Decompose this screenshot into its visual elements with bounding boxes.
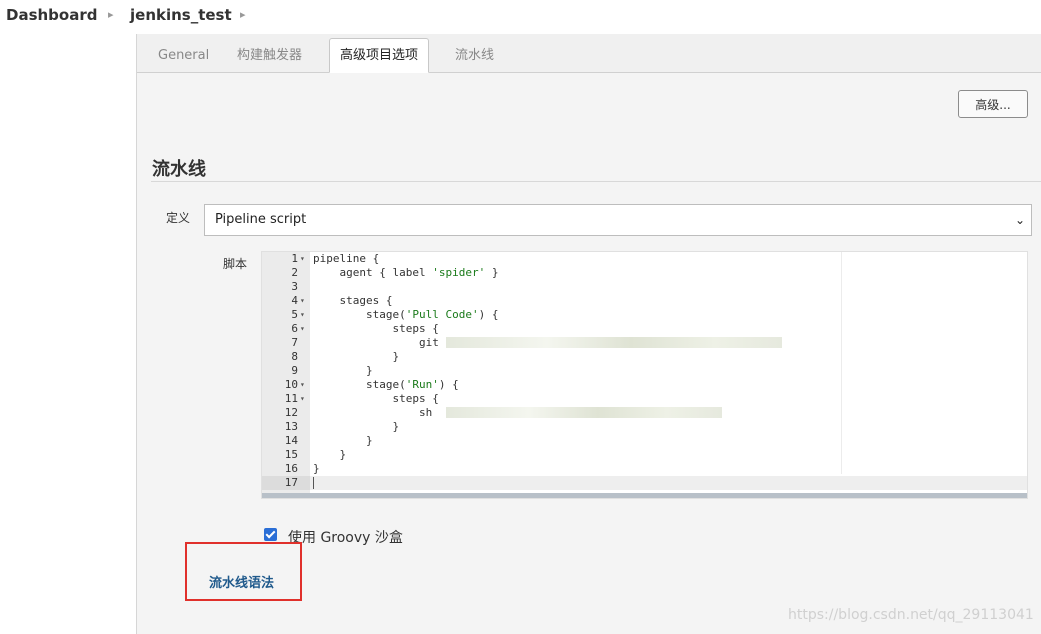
groovy-sandbox-label: 使用 Groovy 沙盒	[288, 530, 403, 546]
definition-select[interactable]: Pipeline script ⌄	[204, 204, 1032, 236]
code-line: 3	[291, 280, 298, 293]
breadcrumb-dashboard[interactable]: Dashboard	[6, 6, 97, 24]
fold-arrow-icon[interactable]: ▾	[300, 392, 305, 406]
tab-advanced-project-options[interactable]: 高级项目选项	[329, 38, 430, 73]
section-title-pipeline: 流水线	[152, 159, 206, 180]
fold-arrow-icon[interactable]: ▾	[300, 308, 305, 322]
tab-pipeline[interactable]: 流水线	[445, 41, 504, 72]
code-line: 15 }	[284, 448, 347, 461]
config-form: 高级... 流水线 定义 Pipeline script ⌄ 脚本 1 ▾ pipe…	[137, 73, 1041, 634]
groovy-sandbox-checkbox[interactable]	[264, 528, 277, 541]
script-label: 脚本	[223, 257, 248, 271]
breadcrumb-jenkins-test[interactable]: jenkins_test	[130, 6, 232, 24]
advanced-button[interactable]: 高级...	[958, 90, 1028, 118]
section-divider	[151, 181, 1041, 182]
editor-horizontal-scrollbar[interactable]	[262, 493, 1027, 498]
redacted-git-url	[446, 337, 782, 348]
code-line: 4 ▾ stages {	[291, 294, 393, 308]
code-line: 1 ▾ pipeline {	[291, 252, 380, 266]
code-line: 13 }	[284, 420, 400, 433]
watermark: https://blog.csdn.net/qq_29113041	[788, 607, 1034, 623]
config-tab-bar: General 构建触发器 高级项目选项 流水线	[137, 34, 1041, 73]
breadcrumb: Dashboard ▸ jenkins_test ▸	[0, 0, 1041, 34]
sidebar	[0, 34, 137, 634]
fold-arrow-icon[interactable]: ▾	[300, 252, 305, 266]
fold-arrow-icon[interactable]: ▾	[300, 378, 305, 392]
tab-general[interactable]: General	[148, 41, 219, 72]
breadcrumb-chevron-icon[interactable]: ▸	[108, 8, 114, 21]
code-line: 5 ▾ stage('Pull Code') {	[291, 308, 499, 322]
code-line: 16}	[284, 462, 320, 475]
code-line: 8 }	[291, 350, 400, 363]
code-line: 17	[284, 476, 298, 489]
fold-arrow-icon[interactable]: ▾	[300, 322, 305, 336]
code-line: 11 ▾ steps {	[284, 392, 439, 406]
redacted-shell-command	[446, 407, 722, 418]
fold-arrow-icon[interactable]: ▾	[300, 294, 305, 308]
text-cursor	[313, 477, 314, 489]
code-line: 6 ▾ steps {	[291, 322, 439, 336]
pipeline-script-editor[interactable]: 1 ▾ pipeline { 2 agent { label 'spider' } …	[261, 251, 1028, 499]
chevron-down-icon: ⌄	[1014, 213, 1025, 227]
breadcrumb-chevron-icon[interactable]: ▸	[240, 8, 246, 21]
code-line: 14 }	[284, 434, 373, 447]
code-line: 2 agent { label 'spider' }	[291, 266, 499, 279]
pipeline-syntax-link[interactable]: 流水线语法	[209, 572, 274, 591]
definition-label: 定义	[166, 211, 191, 225]
definition-select-value: Pipeline script	[215, 212, 307, 227]
code-line: 9 }	[291, 364, 373, 377]
code-line: 10 ▾ stage('Run') {	[284, 378, 459, 392]
tab-build-triggers[interactable]: 构建触发器	[227, 41, 312, 72]
